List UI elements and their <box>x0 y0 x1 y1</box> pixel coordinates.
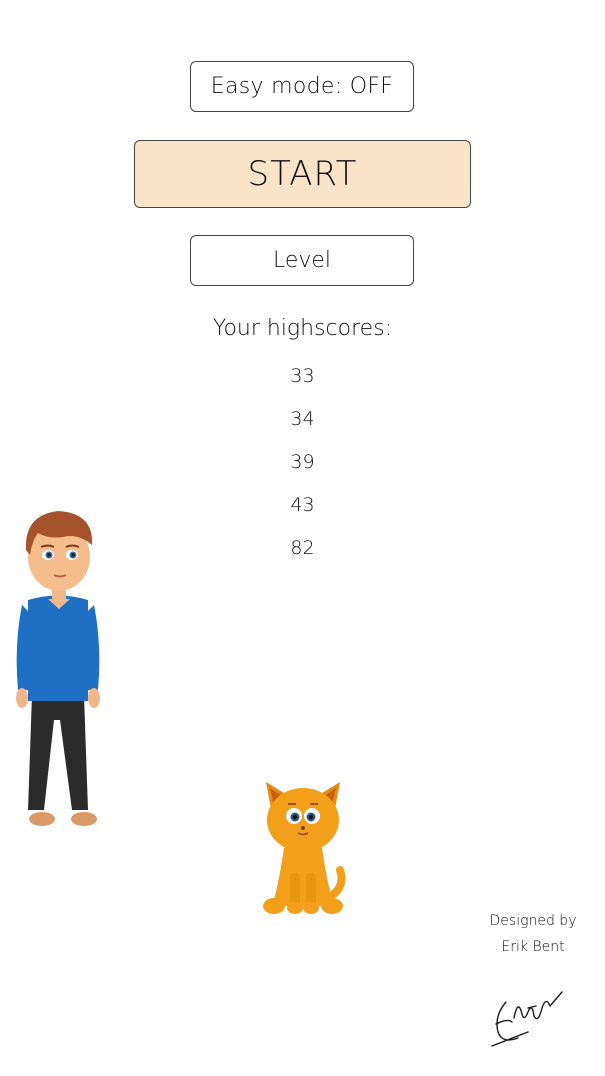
credits-line-1: Designed by <box>489 913 577 929</box>
credits: Designed by Erik Bent <box>478 908 588 960</box>
easy-mode-toggle-button[interactable]: Easy mode: OFF <box>190 61 414 112</box>
level-button[interactable]: Level <box>190 235 414 286</box>
highscores-title: Your highscores: <box>212 316 393 341</box>
cat-character <box>263 782 346 914</box>
start-label: START <box>247 154 358 194</box>
boy-character <box>16 511 100 826</box>
highscore-item: 39 <box>290 451 315 473</box>
level-label: Level <box>272 248 332 273</box>
start-button[interactable]: START <box>134 140 471 208</box>
highscore-item: 34 <box>290 408 315 430</box>
highscore-item: 33 <box>290 365 315 387</box>
easy-mode-label: Easy mode: OFF <box>210 74 394 99</box>
credits-line-2: Erik Bent <box>501 939 565 955</box>
signature-graphic <box>491 991 563 1047</box>
